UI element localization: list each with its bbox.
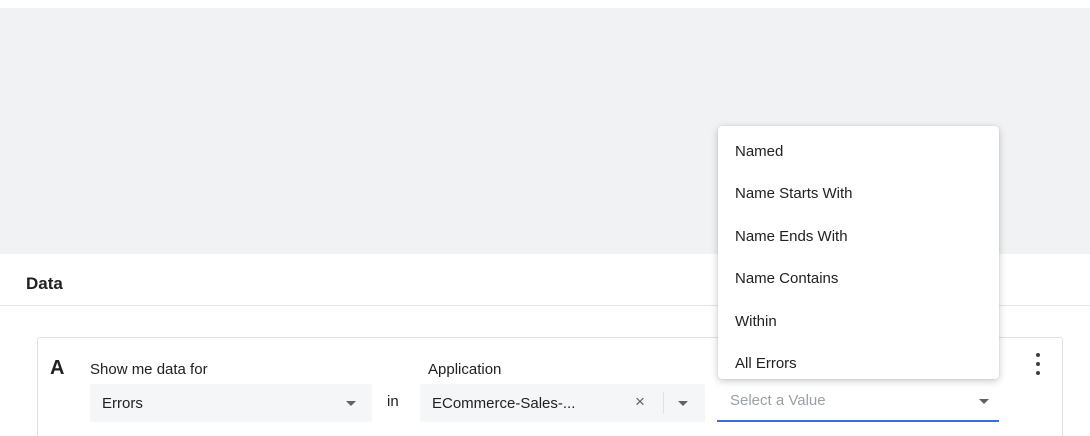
menu-item-all-errors[interactable]: All Errors	[718, 343, 999, 386]
value-placeholder: Select a Value	[730, 392, 826, 409]
chevron-down-icon[interactable]	[678, 401, 688, 406]
data-section-title: Data	[26, 274, 63, 293]
in-connector-text: in	[387, 393, 399, 410]
show-me-data-label: Show me data for	[90, 361, 208, 378]
more-vertical-icon[interactable]	[1032, 353, 1044, 375]
query-row-letter: A	[50, 357, 65, 379]
data-type-value: Errors	[102, 395, 143, 412]
value-select[interactable]: Select a Value	[717, 384, 999, 422]
instruction-text-cutoff	[0, 0, 1090, 8]
value-dropdown-menu: Named Name Starts With Name Ends With Na…	[718, 126, 999, 379]
chevron-down-icon	[979, 399, 989, 404]
application-value: ECommerce-Sales-...	[432, 395, 576, 412]
select-divider	[663, 392, 664, 414]
chevron-down-icon	[346, 401, 356, 406]
menu-item-name-contains[interactable]: Name Contains	[718, 258, 999, 301]
data-type-select[interactable]: Errors	[90, 384, 372, 422]
menu-item-named[interactable]: Named	[718, 130, 999, 173]
menu-item-within[interactable]: Within	[718, 300, 999, 343]
menu-item-name-ends-with[interactable]: Name Ends With	[718, 215, 999, 258]
menu-item-name-starts-with[interactable]: Name Starts With	[718, 173, 999, 216]
close-icon[interactable]: ×	[635, 393, 645, 411]
application-label: Application	[428, 361, 502, 378]
application-select[interactable]: ECommerce-Sales-... ×	[420, 384, 705, 422]
